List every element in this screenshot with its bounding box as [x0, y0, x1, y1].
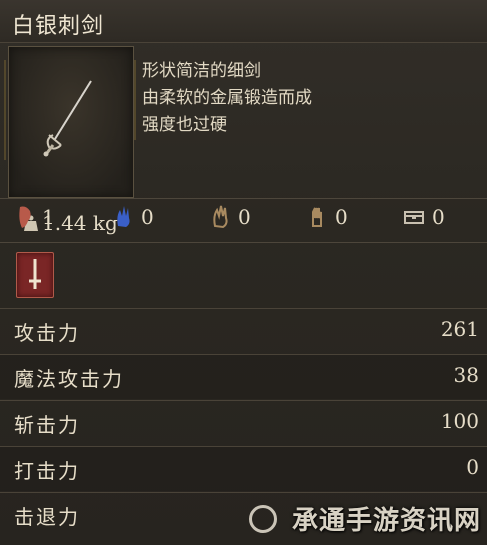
stat-value: 100 [440, 409, 479, 433]
requirement-value: 1 [42, 205, 55, 229]
stat-row-strike: 打击力 0 [0, 446, 487, 491]
requirement-value: 0 [141, 205, 154, 229]
requirement-faith: 0 [309, 204, 348, 230]
divider [0, 198, 487, 199]
stat-label: 魔法攻击力 [14, 367, 124, 391]
requirement-strength: 1 [16, 204, 55, 230]
item-description: 形状简洁的细剑 由柔软的金属锻造而成 强度也过硬 [142, 58, 312, 139]
intelligence-icon [213, 205, 228, 229]
stat-row-attack: 攻击力 261 [0, 308, 487, 353]
arcane-icon [404, 211, 424, 224]
stat-value: 38 [453, 363, 479, 387]
watermark: 承通手游资讯网 [291, 506, 481, 536]
stat-label: 攻击力 [14, 321, 80, 345]
strength-icon [19, 206, 31, 228]
description-line: 由柔软的金属锻造而成 [142, 88, 312, 108]
weapon-type-badge [16, 252, 54, 298]
attribute-requirements: 1 0 0 0 0 [0, 200, 487, 240]
description-line: 强度也过硬 [142, 115, 227, 135]
description-line: 形状简洁的细剑 [142, 61, 261, 81]
stat-row-slash: 斩击力 100 [0, 400, 487, 445]
stat-label: 打击力 [14, 459, 80, 483]
faith-icon [312, 207, 322, 227]
requirement-arcane: 0 [404, 204, 445, 230]
item-image-frame: 1.44 kg [8, 46, 134, 235]
stat-label: 击退力 [14, 505, 80, 529]
divider [0, 242, 487, 243]
requirement-dexterity: 0 [115, 204, 154, 230]
requirement-value: 0 [432, 205, 445, 229]
title-bar: 白银刺剑 [0, 0, 487, 43]
dexterity-icon [117, 206, 130, 227]
stat-value: 0 [466, 455, 479, 479]
rapier-icon [43, 80, 92, 157]
stat-row-magic-attack: 魔法攻击力 38 [0, 354, 487, 399]
stat-label: 斩击力 [14, 413, 80, 437]
sword-badge-icon [29, 259, 41, 289]
watermark-logo-icon [249, 505, 277, 533]
item-name: 白银刺剑 [12, 14, 105, 39]
requirement-value: 0 [238, 205, 251, 229]
stat-value: 261 [440, 317, 479, 341]
requirement-value: 0 [335, 205, 348, 229]
item-panel: 白银刺剑 1.44 kg 形状简洁的细剑 由柔软的金属锻造而成 强度也过硬 1 … [0, 0, 487, 545]
requirement-intelligence: 0 [212, 204, 251, 230]
